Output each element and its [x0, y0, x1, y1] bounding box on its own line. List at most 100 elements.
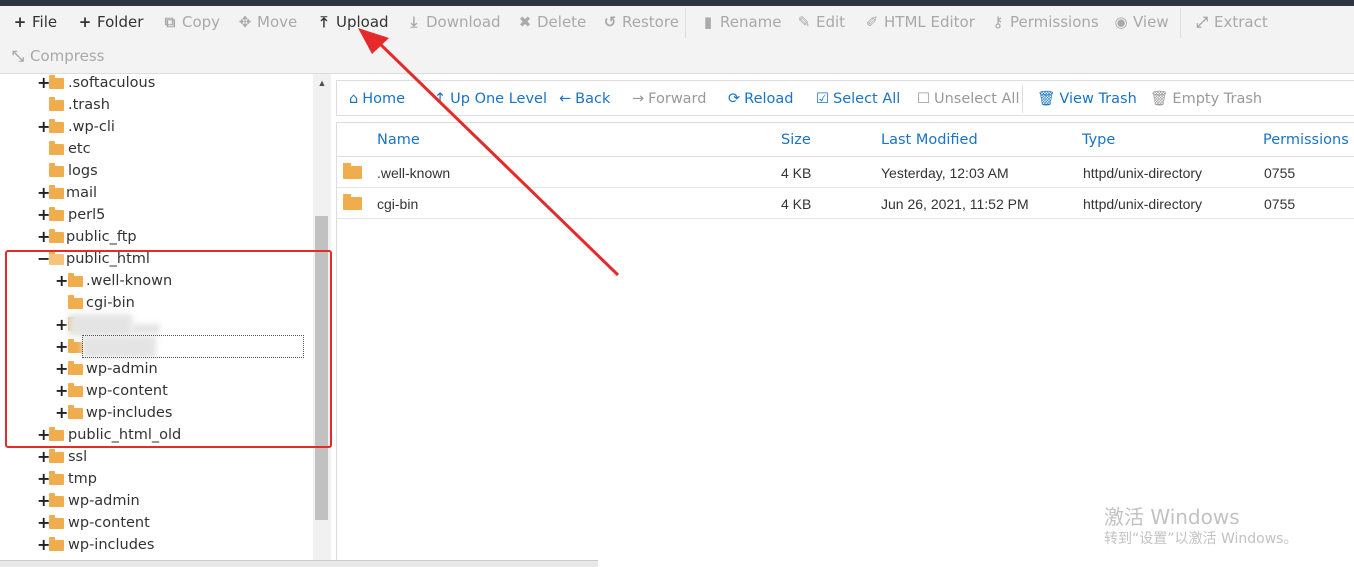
- folder-icon: [49, 97, 64, 111]
- expand-icon[interactable]: +: [37, 512, 50, 534]
- cell-modified: Jun 26, 2021, 11:52 PM: [881, 196, 1029, 212]
- cell-name: .well-known: [377, 165, 451, 181]
- view-button[interactable]: ◉ View: [1113, 11, 1168, 33]
- navigation-bar: ⌂ Home ↑ Up One Level ← Back → Forward ⟳ Relo…: [336, 80, 1354, 116]
- expand-icon[interactable]: +: [37, 116, 50, 138]
- cell-permissions: 0755: [1264, 196, 1296, 212]
- expand-icon: ⤢: [1195, 13, 1208, 31]
- status-bar: [0, 560, 598, 567]
- select-all-button[interactable]: ☑ Select All: [816, 89, 900, 109]
- annotation-highlight-box: [5, 250, 332, 448]
- restore-button[interactable]: ↺ Restore: [602, 11, 679, 33]
- trash-icon: 🗑: [1150, 91, 1169, 107]
- folder-icon: [49, 141, 64, 155]
- cell-name: cgi-bin: [377, 196, 419, 212]
- folder-icon: [49, 207, 64, 221]
- move-button[interactable]: ✥ Move: [237, 11, 298, 33]
- trash-icon: 🗑: [1037, 91, 1056, 107]
- folder-icon: [49, 75, 64, 89]
- folder-icon: [343, 194, 362, 210]
- download-icon: ⤓: [410, 13, 418, 31]
- forward-button[interactable]: → Forward: [632, 89, 706, 109]
- table-row[interactable]: cgi-bin 4 KB Jun 26, 2021, 11:52 PM http…: [337, 188, 1354, 219]
- folder-icon: [49, 119, 64, 133]
- expand-icon[interactable]: +: [37, 534, 50, 556]
- copy-button[interactable]: ⧉ Copy: [162, 11, 220, 33]
- back-button[interactable]: ← Back: [559, 89, 610, 109]
- pencil-icon: ✎: [797, 13, 811, 31]
- toolbar-divider: [1180, 8, 1181, 38]
- column-permissions-header[interactable]: Permissions: [1263, 132, 1349, 148]
- cell-size: 4 KB: [781, 165, 812, 181]
- folder-icon: [343, 163, 362, 179]
- permissions-button[interactable]: ⚷ Permissions: [990, 11, 1099, 33]
- restore-icon: ↺: [603, 13, 617, 31]
- home-button[interactable]: ⌂ Home: [349, 89, 405, 109]
- expand-icon[interactable]: +: [37, 74, 50, 94]
- up-one-level-button[interactable]: ↑ Up One Level: [434, 89, 547, 109]
- upload-button[interactable]: ⤒ Upload: [316, 11, 389, 33]
- column-name-header[interactable]: Name: [377, 132, 420, 148]
- expand-icon[interactable]: +: [37, 182, 50, 204]
- file-table: Name Size Last Modified Type Permissions…: [336, 122, 1354, 562]
- expand-icon[interactable]: +: [37, 446, 50, 468]
- unselect-all-button[interactable]: ☐ Unselect All: [917, 89, 1019, 109]
- folder-icon: [49, 537, 64, 551]
- edit-square-icon: ✐: [865, 13, 879, 31]
- expand-icon[interactable]: +: [37, 226, 50, 248]
- compress-icon: ⤡: [11, 47, 24, 65]
- expand-icon[interactable]: +: [37, 490, 50, 512]
- toolbar: + File + Folder ⧉ Copy ✥ Move ⤒ Upload ⤓ Downl…: [0, 6, 1354, 74]
- folder-icon: [49, 493, 64, 507]
- eye-icon: ◉: [1114, 13, 1128, 31]
- view-trash-button[interactable]: 🗑 View Trash: [1037, 89, 1137, 109]
- edit-button[interactable]: ✎ Edit: [796, 11, 845, 33]
- key-icon: ⚷: [992, 13, 1004, 31]
- delete-icon: ✖: [518, 13, 532, 31]
- folder-icon: [49, 163, 64, 177]
- delete-button[interactable]: ✖ Delete: [517, 11, 587, 33]
- cell-type: httpd/unix-directory: [1083, 196, 1203, 212]
- move-icon: ✥: [238, 13, 252, 31]
- folder-icon: [49, 515, 64, 529]
- folder-icon: [49, 185, 64, 199]
- plus-icon: +: [78, 13, 92, 31]
- home-icon: ⌂: [349, 91, 359, 107]
- new-file-button[interactable]: + File: [12, 11, 57, 33]
- column-size-header[interactable]: Size: [781, 132, 811, 148]
- download-button[interactable]: ⤓ Download: [406, 11, 501, 33]
- reload-button[interactable]: ⟳ Reload: [728, 89, 794, 109]
- html-editor-button[interactable]: ✐ HTML Editor: [864, 11, 975, 33]
- windows-activation-title: 激活 Windows: [1104, 505, 1240, 529]
- compress-button[interactable]: ⤡ Compress: [10, 45, 105, 67]
- folder-icon: [49, 229, 64, 243]
- checkbox-checked-icon: ☑: [816, 91, 829, 107]
- copy-icon: ⧉: [164, 13, 176, 31]
- cell-size: 4 KB: [781, 196, 812, 212]
- table-header: Name Size Last Modified Type Permissions: [337, 122, 1354, 157]
- expand-icon[interactable]: +: [37, 204, 50, 226]
- empty-trash-button[interactable]: 🗑 Empty Trash: [1150, 89, 1262, 109]
- expand-icon[interactable]: +: [37, 468, 50, 490]
- folder-icon: [49, 471, 64, 485]
- reload-icon: ⟳: [728, 91, 741, 107]
- windows-activation-subtitle: 转到“设置”以激活 Windows。: [1104, 531, 1298, 547]
- cell-permissions: 0755: [1264, 165, 1296, 181]
- column-modified-header[interactable]: Last Modified: [881, 132, 978, 148]
- folder-icon: [49, 449, 64, 463]
- upload-icon: ⤒: [320, 13, 328, 31]
- file-icon: ▮: [703, 13, 713, 31]
- cell-type: httpd/unix-directory: [1083, 165, 1203, 181]
- checkbox-empty-icon: ☐: [917, 91, 930, 107]
- extract-button[interactable]: ⤢ Extract: [1194, 11, 1268, 33]
- rename-button[interactable]: ▮ Rename: [700, 11, 782, 33]
- new-folder-button[interactable]: + Folder: [77, 11, 144, 33]
- nav-divider: [1022, 85, 1023, 113]
- scroll-up-arrow-icon[interactable]: ▲: [313, 74, 331, 92]
- table-row[interactable]: .well-known 4 KB Yesterday, 12:03 AM htt…: [337, 157, 1354, 188]
- column-type-header[interactable]: Type: [1082, 132, 1115, 148]
- arrow-left-icon: ←: [559, 91, 572, 107]
- arrow-right-icon: →: [632, 91, 645, 107]
- cell-modified: Yesterday, 12:03 AM: [881, 165, 1009, 181]
- toolbar-divider: [685, 8, 686, 38]
